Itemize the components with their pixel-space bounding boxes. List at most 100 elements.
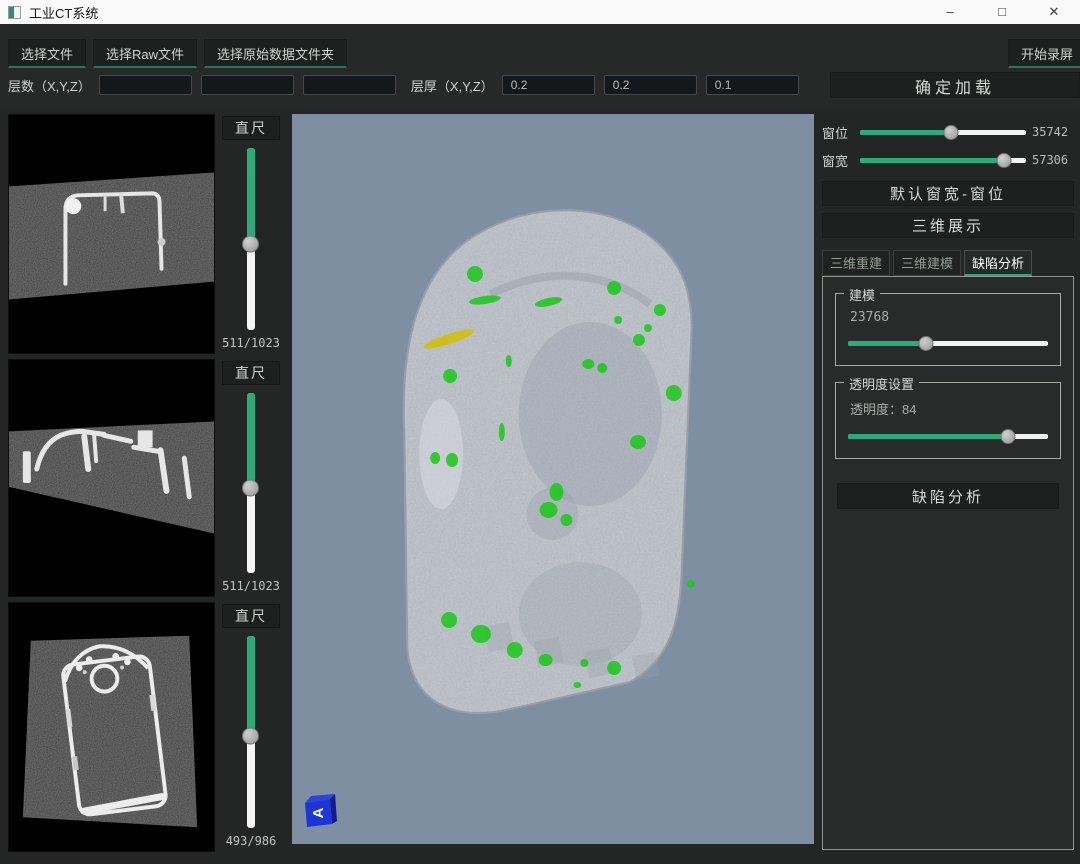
defect-spot <box>441 612 457 628</box>
slice-panels: 直尺 511/1023 <box>8 114 287 864</box>
modeling-slider-handle[interactable] <box>919 336 934 351</box>
slice-slider-handle-1[interactable] <box>242 236 259 253</box>
ruler-button-2[interactable]: 直尺 <box>222 361 280 385</box>
thickness-y-input[interactable] <box>604 75 697 95</box>
toolbar: 选择文件 选择Raw文件 选择原始数据文件夹 开始录屏 <box>0 24 1080 68</box>
defect-spot <box>644 324 652 332</box>
slice-position-1: 511/1023 <box>222 336 280 354</box>
slice-control-1: 直尺 511/1023 <box>215 114 287 354</box>
layers-label: 层数（X,Y,Z） <box>8 76 91 95</box>
right-panel: 窗位 35742 窗宽 57306 默认窗宽-窗位 三维展示 三维重建 三 <box>822 114 1080 864</box>
defect-spot <box>614 316 622 324</box>
window-level-value: 35742 <box>1032 125 1074 139</box>
defect-spot <box>467 266 483 282</box>
slice-slider-3[interactable] <box>242 636 260 828</box>
window-level-slider[interactable] <box>860 124 1026 140</box>
transparency-group: 透明度设置 透明度：84 <box>835 382 1061 459</box>
select-file-button[interactable]: 选择文件 <box>8 39 86 68</box>
defect-spot <box>666 385 682 401</box>
transparency-slider-handle[interactable] <box>1001 429 1016 444</box>
slice-slider-1[interactable] <box>242 148 260 330</box>
modeling-value: 23768 <box>850 310 1048 325</box>
window-width-handle[interactable] <box>997 153 1012 168</box>
window-width-slider[interactable] <box>860 152 1026 168</box>
layers-x-input[interactable] <box>99 75 192 95</box>
transparency-group-title: 透明度设置 <box>844 374 919 393</box>
modeling-group: 建模 23768 <box>835 293 1061 366</box>
slice-slider-handle-3[interactable] <box>242 727 259 744</box>
app-icon <box>8 6 21 19</box>
slice-slider-2[interactable] <box>242 393 260 573</box>
slice-position-2: 511/1023 <box>222 579 280 597</box>
slice-control-2: 直尺 511/1023 <box>215 359 287 597</box>
slice-row-2: 直尺 511/1023 <box>8 359 287 597</box>
select-folder-button[interactable]: 选择原始数据文件夹 <box>204 39 347 68</box>
ct-slice-image-1 <box>9 115 214 353</box>
tab-3d-modeling[interactable]: 三维建模 <box>893 250 961 276</box>
defect-spot <box>687 580 695 588</box>
defect-spot <box>654 304 666 316</box>
defect-spot <box>633 334 645 346</box>
slice-slider-handle-2[interactable] <box>242 480 259 497</box>
orientation-cube-icon[interactable]: A <box>300 792 340 830</box>
defect-spot <box>443 369 457 383</box>
minimize-button[interactable]: – <box>924 0 976 24</box>
defect-spot <box>471 625 491 643</box>
display-3d-button[interactable]: 三维展示 <box>822 213 1074 238</box>
slice-position-3: 493/986 <box>226 834 277 852</box>
layers-z-input[interactable] <box>303 75 396 95</box>
defect-analysis-button[interactable]: 缺陷分析 <box>837 483 1059 509</box>
defect-spot <box>430 452 440 464</box>
3d-viewport[interactable]: A <box>292 114 814 844</box>
confirm-load-button[interactable]: 确定加载 <box>830 72 1080 98</box>
3d-scene <box>292 114 814 844</box>
window-level-row: 窗位 35742 <box>822 121 1074 143</box>
transparency-slider[interactable] <box>848 428 1048 444</box>
defect-spot <box>580 659 588 667</box>
svg-text:A: A <box>310 807 327 818</box>
defect-spot <box>597 363 607 373</box>
ct-slice-view-1[interactable] <box>8 114 215 354</box>
tab-3d-reconstruction[interactable]: 三维重建 <box>822 250 890 276</box>
ct-slice-view-3[interactable] <box>8 602 215 852</box>
ct-slice-image-3 <box>9 603 214 851</box>
slice-control-3: 直尺 493/986 <box>215 602 287 852</box>
ruler-button-1[interactable]: 直尺 <box>222 116 280 140</box>
window-width-label: 窗宽 <box>822 151 854 170</box>
defect-analysis-panel: 建模 23768 透明度设置 透明度：84 缺陷分析 <box>822 276 1074 850</box>
transparency-value-label: 透明度：84 <box>850 399 1048 418</box>
ct-slice-view-2[interactable] <box>8 359 215 597</box>
defect-spot <box>446 453 458 467</box>
main-area: 直尺 511/1023 <box>0 108 1080 864</box>
defect-spot <box>630 435 646 449</box>
defect-spot <box>582 359 594 369</box>
modeling-group-title: 建模 <box>844 285 880 304</box>
tab-bar: 三维重建 三维建模 缺陷分析 <box>822 250 1074 276</box>
titlebar: 工业CT系统 – □ ✕ <box>0 0 1080 24</box>
window-level-label: 窗位 <box>822 123 854 142</box>
defect-spot <box>507 642 523 658</box>
maximize-button[interactable]: □ <box>976 0 1028 24</box>
thickness-x-input[interactable] <box>502 75 595 95</box>
layers-y-input[interactable] <box>201 75 294 95</box>
default-window-button[interactable]: 默认窗宽-窗位 <box>822 181 1074 206</box>
defect-spot <box>550 483 564 501</box>
thickness-label: 层厚（X,Y,Z） <box>411 76 494 95</box>
defect-spot <box>560 514 572 526</box>
app-window: 工业CT系统 – □ ✕ 选择文件 选择Raw文件 选择原始数据文件夹 开始录屏… <box>0 0 1080 864</box>
select-raw-button[interactable]: 选择Raw文件 <box>93 39 197 68</box>
window-width-value: 57306 <box>1032 153 1074 167</box>
defect-spot <box>506 355 512 367</box>
defect-spot <box>540 502 558 518</box>
ruler-button-3[interactable]: 直尺 <box>222 604 280 628</box>
window-width-row: 窗宽 57306 <box>822 149 1074 171</box>
start-recording-button[interactable]: 开始录屏 <box>1008 39 1080 68</box>
window-level-handle[interactable] <box>944 125 959 140</box>
defect-spot <box>539 654 553 666</box>
close-button[interactable]: ✕ <box>1028 0 1080 24</box>
slice-row-3: 直尺 493/986 <box>8 602 287 852</box>
thickness-z-input[interactable] <box>706 75 799 95</box>
tab-defect-analysis[interactable]: 缺陷分析 <box>964 250 1032 276</box>
defect-spot <box>607 281 621 295</box>
modeling-slider[interactable] <box>848 335 1048 351</box>
